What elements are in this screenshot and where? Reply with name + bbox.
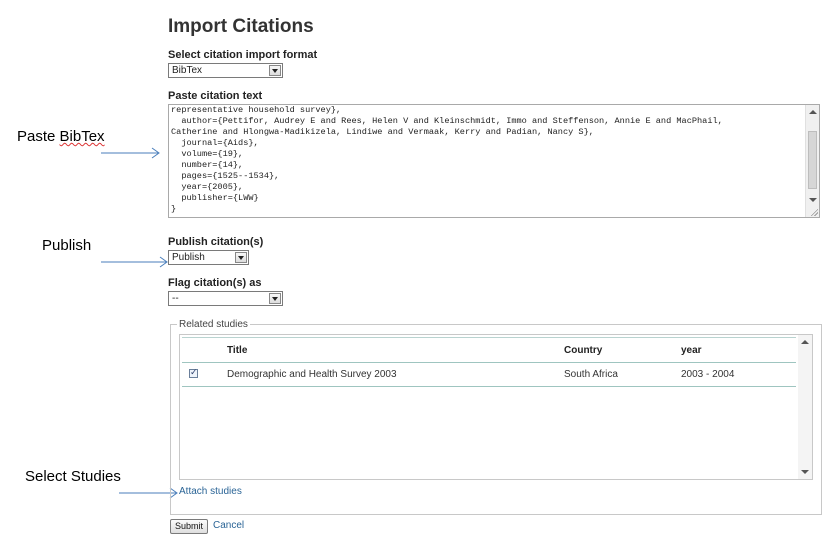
table-row[interactable]: Demographic and Health Survey 2003 South… [182, 362, 796, 387]
related-studies-table: Title Country year Demographic and Healt… [179, 334, 813, 480]
chevron-down-icon [269, 293, 281, 304]
publish-label: Publish citation(s) [168, 236, 264, 248]
chevron-down-icon [269, 65, 281, 76]
submit-button[interactable]: Submit [170, 519, 208, 534]
study-title: Demographic and Health Survey 2003 [227, 369, 397, 380]
scroll-up-icon[interactable] [809, 110, 817, 114]
annotation-paste-bibtex: Paste BibTex [17, 128, 105, 145]
page-title: Import Citations [168, 16, 314, 37]
attach-studies-link[interactable]: Attach studies [179, 486, 242, 497]
annotation-paste-text: Paste [17, 128, 60, 145]
publish-select-value: Publish [172, 252, 205, 263]
column-year[interactable]: year [681, 345, 702, 356]
scroll-up-icon[interactable] [801, 340, 809, 344]
cancel-link[interactable]: Cancel [213, 520, 244, 531]
format-select[interactable]: BibTex [168, 63, 283, 78]
annotation-publish: Publish [42, 237, 92, 254]
citation-textarea[interactable]: representative household survey}, author… [168, 104, 820, 218]
column-title[interactable]: Title [227, 345, 247, 356]
scroll-down-icon[interactable] [809, 198, 817, 202]
study-checkbox[interactable] [189, 367, 198, 378]
column-country[interactable]: Country [564, 345, 602, 356]
scroll-down-icon[interactable] [801, 470, 809, 474]
table-scrollbar[interactable] [798, 335, 812, 479]
chevron-down-icon [235, 252, 247, 263]
publish-select[interactable]: Publish [168, 250, 249, 265]
table-header: Title Country year [182, 337, 796, 363]
flag-label: Flag citation(s) as [168, 277, 262, 289]
arrow-to-publish [101, 256, 168, 268]
citation-text-label: Paste citation text [168, 90, 263, 102]
annotation-bibtex-word: BibTex [59, 128, 105, 145]
related-studies-legend: Related studies [179, 319, 248, 330]
flag-select-value: -- [172, 293, 179, 304]
flag-select[interactable]: -- [168, 291, 283, 306]
resize-grip-icon[interactable] [810, 208, 818, 216]
textarea-scrollbar[interactable] [805, 105, 819, 217]
study-year: 2003 - 2004 [681, 369, 735, 380]
study-country: South Africa [564, 369, 618, 380]
format-select-value: BibTex [172, 65, 203, 76]
citation-text-content: representative household survey}, author… [171, 105, 723, 214]
annotation-select-studies: Select Studies [25, 468, 121, 485]
format-label: Select citation import format [168, 49, 318, 61]
scroll-thumb[interactable] [808, 131, 817, 189]
arrow-to-textarea [101, 147, 160, 159]
